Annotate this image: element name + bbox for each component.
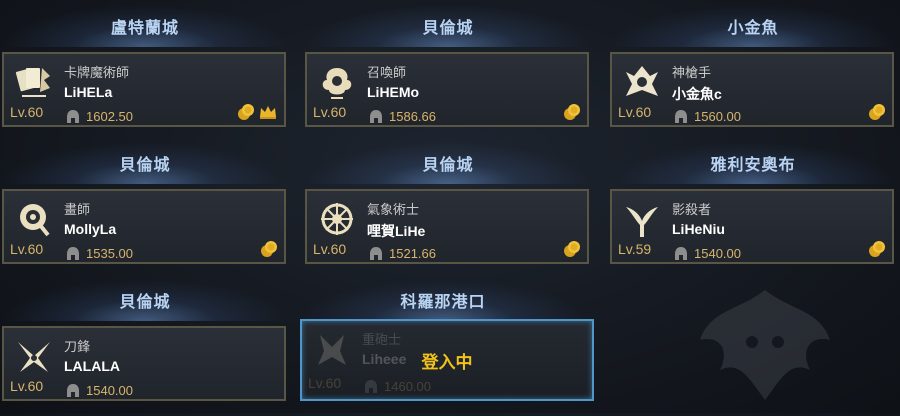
character-name: LiHELa xyxy=(64,84,113,100)
item-level-helmet-icon xyxy=(674,109,688,130)
character-name: MollyLa xyxy=(64,221,117,237)
shadowhunter-emblem-icon xyxy=(619,198,665,242)
character-card[interactable]: Lv.60 召喚師 LiHEMo 1586.66 xyxy=(305,52,589,127)
character-card[interactable]: Lv.59 影殺者 LiHeNiu 1540.00 xyxy=(610,189,894,264)
item-level-helmet-icon xyxy=(369,109,383,130)
character-slot[interactable]: 貝倫城 Lv.60 畫師 MollyLa 1535.00 xyxy=(2,142,288,279)
server-name: 貝倫城 xyxy=(305,142,591,184)
character-level: Lv.60 xyxy=(10,241,44,257)
item-level-helmet-icon xyxy=(66,109,80,130)
character-card[interactable]: Lv.60 重砲士 Liheee 1460.00 登入中 xyxy=(300,319,594,401)
character-class: 召喚師 xyxy=(367,65,407,80)
crown-icon xyxy=(258,103,278,126)
card-master-emblem-icon xyxy=(11,61,57,105)
character-class: 神槍手 xyxy=(672,65,712,80)
sharpshooter-emblem-icon xyxy=(619,61,665,105)
server-name: 小金魚 xyxy=(610,5,896,47)
aeromancer-emblem-icon xyxy=(314,198,360,242)
character-card[interactable]: Lv.60 畫師 MollyLa 1535.00 xyxy=(2,189,286,264)
character-slot[interactable]: 盧特蘭城 Lv.60 卡牌魔術師 LiHELa 1602.50 xyxy=(2,5,288,142)
character-level: Lv.60 xyxy=(313,241,347,257)
character-slot-loading[interactable]: 科羅那港口 Lv.60 重砲士 Liheee 1460.00 登入中 xyxy=(300,279,594,416)
server-name: 貝倫城 xyxy=(2,142,288,184)
item-level: 1535.00 xyxy=(86,246,133,261)
item-level-helmet-icon xyxy=(674,246,688,267)
artist-emblem-icon xyxy=(11,198,57,242)
item-level: 1602.50 xyxy=(86,109,133,124)
character-card[interactable]: Lv.60 卡牌魔術師 LiHELa 1602.50 xyxy=(2,52,286,127)
item-level-helmet-icon xyxy=(66,383,80,404)
item-level: 1521.66 xyxy=(389,246,436,261)
character-slot[interactable]: 貝倫城 Lv.60 氣象術士 哩賀LiHe 1521.66 xyxy=(305,142,591,279)
character-level: Lv.60 xyxy=(10,378,44,394)
server-name: 雅利安奧布 xyxy=(610,142,896,184)
character-slot[interactable]: 雅利安奧布 Lv.59 影殺者 LiHeNiu 1540.00 xyxy=(610,142,896,279)
item-level-helmet-icon xyxy=(66,246,80,267)
coin-icon xyxy=(868,103,886,126)
character-level: Lv.60 xyxy=(313,104,347,120)
character-class: 影殺者 xyxy=(672,202,712,217)
server-name: 貝倫城 xyxy=(305,5,591,47)
character-name: LALALA xyxy=(64,358,120,374)
character-card[interactable]: Lv.60 神槍手 小金魚c 1560.00 xyxy=(610,52,894,127)
coin-icon xyxy=(563,103,581,126)
blade-emblem-icon xyxy=(11,335,57,379)
character-slot[interactable]: 貝倫城 Lv.60 召喚師 LiHEMo 1586.66 xyxy=(305,5,591,142)
background-demon-emblem xyxy=(690,280,840,410)
logging-in-status: 登入中 xyxy=(421,352,473,372)
character-slot[interactable]: 貝倫城 Lv.60 刀鋒 LALALA 1540.00 xyxy=(2,279,288,416)
summoner-emblem-icon xyxy=(314,61,360,105)
coin-icon xyxy=(563,240,581,263)
item-level: 1540.00 xyxy=(694,246,741,261)
character-name: 小金魚c xyxy=(672,86,722,102)
item-level: 1586.66 xyxy=(389,109,436,124)
character-class: 氣象術士 xyxy=(367,202,420,217)
item-level: 1540.00 xyxy=(86,383,133,398)
character-class: 刀鋒 xyxy=(64,339,91,354)
character-name: LiHEMo xyxy=(367,84,420,100)
item-level: 1560.00 xyxy=(694,109,741,124)
server-name: 貝倫城 xyxy=(2,279,288,321)
character-card[interactable]: Lv.60 刀鋒 LALALA 1540.00 xyxy=(2,326,286,401)
coin-icon xyxy=(260,240,278,263)
character-name: LiHeNiu xyxy=(672,221,725,237)
character-level: Lv.60 xyxy=(618,104,652,120)
character-class: 畫師 xyxy=(64,202,91,217)
character-name: 哩賀LiHe xyxy=(367,223,426,239)
item-level-helmet-icon xyxy=(369,246,383,267)
character-class: 卡牌魔術師 xyxy=(64,65,130,80)
server-name: 盧特蘭城 xyxy=(2,5,288,47)
character-level: Lv.60 xyxy=(10,104,44,120)
character-slot[interactable]: 小金魚 Lv.60 神槍手 小金魚c 1560.00 xyxy=(610,5,896,142)
character-level: Lv.59 xyxy=(618,241,652,257)
coin-icon xyxy=(237,103,255,126)
character-card[interactable]: Lv.60 氣象術士 哩賀LiHe 1521.66 xyxy=(305,189,589,264)
server-name: 科羅那港口 xyxy=(300,279,586,321)
coin-icon xyxy=(868,240,886,263)
